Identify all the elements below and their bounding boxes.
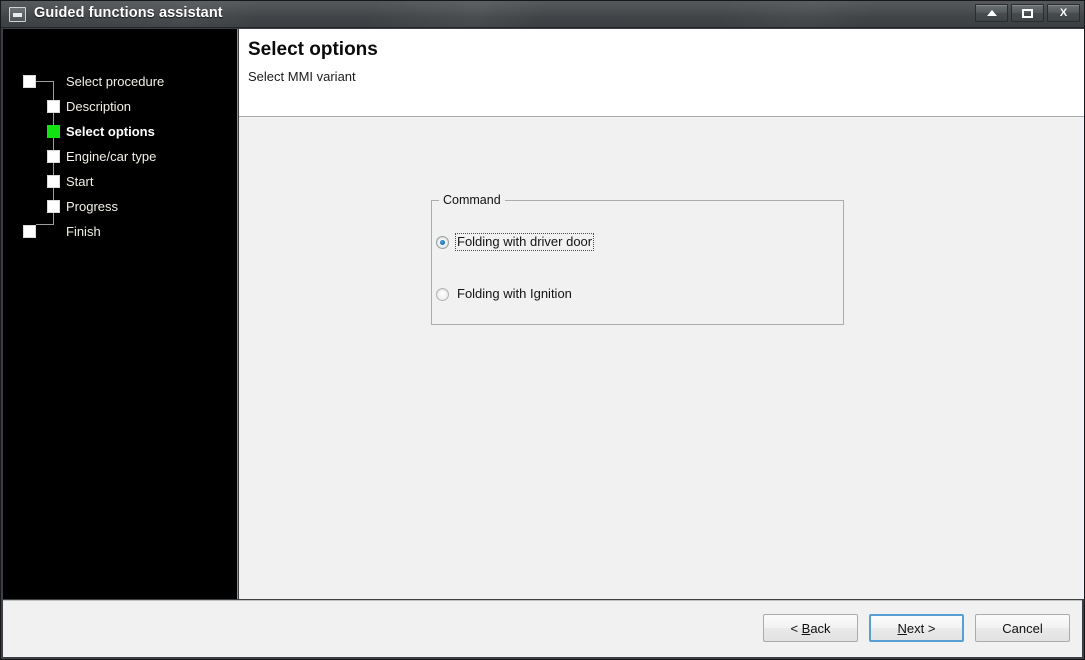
sidebar-step-select-options[interactable]: Select options	[3, 119, 238, 144]
cancel-button[interactable]: Cancel	[975, 614, 1070, 642]
cancel-button-label: Cancel	[1002, 620, 1043, 636]
sidebar-step-label: Engine/car type	[66, 149, 157, 164]
step-marker-current	[47, 125, 60, 138]
next-button-label: Next >	[897, 620, 936, 636]
wizard-button-row: < Back Next > Cancel	[763, 614, 1070, 642]
sidebar-step-select-procedure[interactable]: Select procedure	[3, 69, 238, 94]
sidebar-step-label: Finish	[66, 224, 101, 239]
footer-bar: < Back Next > Cancel	[3, 600, 1082, 657]
triangle-up-icon	[976, 5, 1007, 21]
sidebar-step-start[interactable]: Start	[3, 169, 238, 194]
sidebar-step-progress[interactable]: Progress	[3, 194, 238, 219]
window-title: Guided functions assistant	[34, 5, 223, 21]
radio-option-folding-with-ignition[interactable]: Folding with Ignition	[436, 284, 574, 304]
minimize-button[interactable]	[975, 4, 1008, 22]
sidebar-step-label: Select options	[66, 124, 155, 139]
sidebar-step-label: Select procedure	[66, 74, 165, 89]
radio-option-folding-with-driver-door[interactable]: Folding with driver door	[436, 232, 595, 252]
square-icon	[1012, 5, 1043, 21]
sidebar-step-description[interactable]: Description	[3, 94, 238, 119]
radio-button[interactable]	[436, 287, 449, 301]
sidebar-step-engine-car-type[interactable]: Engine/car type	[3, 144, 238, 169]
command-group: Command Folding with driver door Folding…	[431, 193, 844, 325]
step-navigation-sidebar: Select procedure Description Select opti…	[3, 29, 238, 599]
step-marker	[23, 225, 36, 238]
page-header: Select options Select MMI variant	[239, 29, 1084, 117]
step-marker	[47, 200, 60, 213]
step-marker	[47, 175, 60, 188]
sidebar-step-finish[interactable]: Finish	[3, 219, 238, 244]
radio-button[interactable]	[436, 235, 449, 249]
sidebar-step-label: Start	[66, 174, 94, 189]
step-marker	[47, 100, 60, 113]
next-button[interactable]: Next >	[869, 614, 964, 642]
page-subtitle: Select MMI variant	[248, 69, 356, 84]
step-marker	[23, 75, 36, 88]
close-icon: X	[1059, 6, 1068, 19]
content-panel: Select options Select MMI variant Comman…	[239, 29, 1084, 599]
radio-label[interactable]: Folding with driver door	[455, 233, 595, 251]
sidebar-step-label: Progress	[66, 199, 119, 214]
step-marker	[47, 150, 60, 163]
close-button[interactable]: X	[1047, 4, 1080, 22]
title-bar[interactable]: Guided functions assistant X	[1, 1, 1084, 28]
back-button-label: < Back	[790, 620, 831, 636]
radio-label[interactable]: Folding with Ignition	[455, 285, 574, 303]
guided-functions-assistant-window: Guided functions assistant X Select proc…	[0, 0, 1085, 660]
maximize-button[interactable]	[1011, 4, 1044, 22]
sidebar-step-label: Description	[66, 99, 132, 114]
window-restore-icon	[9, 7, 26, 22]
back-button[interactable]: < Back	[763, 614, 858, 642]
page-title: Select options	[248, 39, 378, 60]
command-group-legend: Command	[439, 193, 505, 207]
window-controls: X	[975, 4, 1080, 22]
